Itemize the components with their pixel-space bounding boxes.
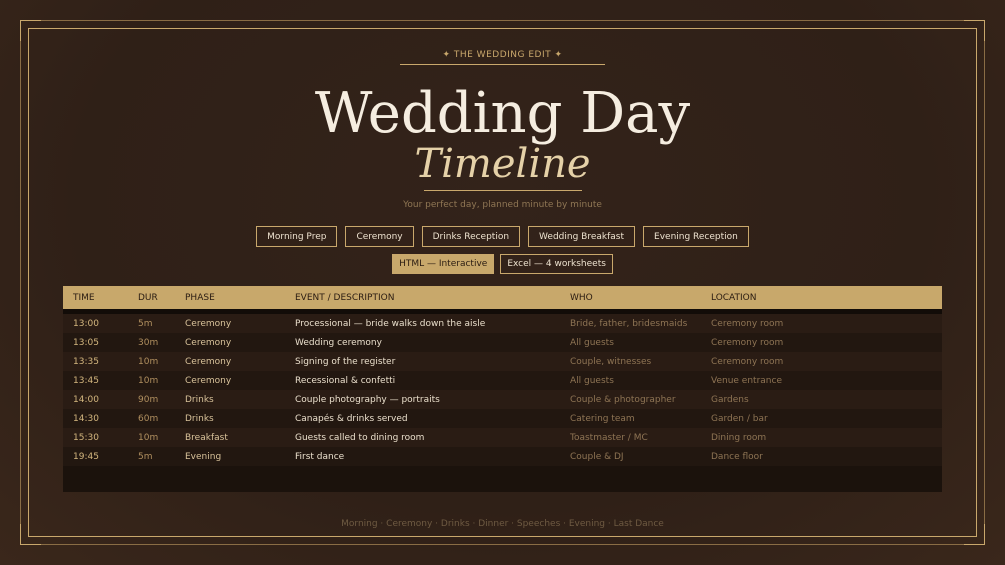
section-nav: Morning Prep Ceremony Drinks Reception W…	[0, 226, 1005, 247]
nav-morning-prep-button[interactable]: Morning Prep	[256, 226, 338, 247]
cell-location: Venue entrance	[711, 375, 782, 386]
table-row[interactable]: 13:35 10m Ceremony Signing of the regist…	[63, 352, 942, 371]
cell-event: Guests called to dining room	[295, 432, 425, 443]
page: ✦ THE WEDDING EDIT ✦ Wedding Day Timelin…	[0, 0, 1005, 565]
cell-event: Canapés & drinks served	[295, 413, 408, 424]
cell-phase: Drinks	[185, 413, 214, 424]
corner-ornament-top-right	[964, 20, 985, 41]
cell-who: Bride, father, bridesmaids	[570, 318, 688, 329]
cell-location: Dance floor	[711, 451, 763, 462]
cell-duration: 5m	[138, 318, 153, 329]
cell-location: Garden / bar	[711, 413, 768, 424]
corner-ornament-top-left	[20, 20, 41, 41]
cell-location: Ceremony room	[711, 318, 784, 329]
cell-location: Gardens	[711, 394, 749, 405]
cell-time: 14:00	[73, 394, 99, 405]
cell-time: 15:30	[73, 432, 99, 443]
cell-time: 13:45	[73, 375, 99, 386]
header-time[interactable]: TIME	[63, 293, 138, 303]
cell-duration: 60m	[138, 413, 159, 424]
cell-phase: Ceremony	[185, 337, 232, 348]
eyebrow-label: ✦ THE WEDDING EDIT ✦	[400, 50, 605, 65]
cell-duration: 10m	[138, 375, 159, 386]
cell-event: Signing of the register	[295, 356, 396, 367]
nav-ceremony-button[interactable]: Ceremony	[345, 226, 414, 247]
table-row[interactable]: 14:00 90m Drinks Couple photography — po…	[63, 390, 942, 409]
cell-location: Ceremony room	[711, 356, 784, 367]
cell-phase: Breakfast	[185, 432, 228, 443]
timeline-table: TIME DUR PHASE EVENT / DESCRIPTION WHO L…	[63, 286, 942, 492]
cell-duration: 10m	[138, 356, 159, 367]
footer-sections: Morning · Ceremony · Drinks · Dinner · S…	[341, 519, 664, 529]
header-location[interactable]: LOCATION	[711, 293, 871, 303]
cell-event: Recessional & confetti	[295, 375, 396, 386]
table-row[interactable]: 13:45 10m Ceremony Recessional & confett…	[63, 371, 942, 390]
nav-wedding-breakfast-button[interactable]: Wedding Breakfast	[528, 226, 636, 247]
cell-duration: 5m	[138, 451, 153, 462]
cell-time: 14:30	[73, 413, 99, 424]
table-row[interactable]: 19:45 5m Evening First dance Couple & DJ…	[63, 447, 942, 466]
nav-evening-reception-button[interactable]: Evening Reception	[643, 226, 749, 247]
cell-phase: Ceremony	[185, 356, 232, 367]
page-subtitle: Timeline	[414, 141, 591, 187]
cell-event: First dance	[295, 451, 345, 462]
cell-who: Toastmaster / MC	[570, 432, 648, 443]
table-row[interactable]: 14:30 60m Drinks Canapés & drinks served…	[63, 409, 942, 428]
table-row[interactable]: 15:30 10m Breakfast Guests called to din…	[63, 428, 942, 447]
cell-who: Couple, witnesses	[570, 356, 652, 367]
tagline: Your perfect day, planned minute by minu…	[403, 200, 602, 210]
cell-duration: 90m	[138, 394, 159, 405]
cell-duration: 10m	[138, 432, 159, 443]
header-phase[interactable]: PHASE	[185, 293, 295, 303]
cell-phase: Ceremony	[185, 375, 232, 386]
cell-time: 13:05	[73, 337, 99, 348]
cell-event: Couple photography — portraits	[295, 394, 440, 405]
mode-excel-button[interactable]: Excel — 4 worksheets	[500, 254, 613, 274]
header-who[interactable]: WHO	[570, 293, 711, 303]
cell-event: Wedding ceremony	[295, 337, 382, 348]
table-header: TIME DUR PHASE EVENT / DESCRIPTION WHO L…	[63, 286, 942, 309]
nav-drinks-reception-button[interactable]: Drinks Reception	[421, 226, 521, 247]
format-toggle: HTML — Interactive Excel — 4 worksheets	[0, 254, 1005, 274]
cell-who: Couple & DJ	[570, 451, 624, 462]
cell-time: 19:45	[73, 451, 99, 462]
page-title: Wedding Day	[314, 81, 691, 146]
cell-who: Couple & photographer	[570, 394, 676, 405]
cell-phase: Evening	[185, 451, 222, 462]
table-row[interactable]: 13:00 5m Ceremony Processional — bride w…	[63, 314, 942, 333]
cell-time: 13:00	[73, 318, 99, 329]
cell-location: Ceremony room	[711, 337, 784, 348]
cell-who: All guests	[570, 375, 614, 386]
cell-who: Catering team	[570, 413, 635, 424]
cell-phase: Drinks	[185, 394, 214, 405]
cell-duration: 30m	[138, 337, 159, 348]
header-event[interactable]: EVENT / DESCRIPTION	[295, 293, 570, 303]
cell-event: Processional — bride walks down the aisl…	[295, 318, 486, 329]
table-body: 13:00 5m Ceremony Processional — bride w…	[63, 314, 942, 466]
cell-time: 13:35	[73, 356, 99, 367]
cell-location: Dining room	[711, 432, 767, 443]
title-divider	[424, 190, 582, 191]
header-duration[interactable]: DUR	[138, 293, 185, 303]
mode-html-button[interactable]: HTML — Interactive	[392, 254, 495, 274]
cell-phase: Ceremony	[185, 318, 232, 329]
cell-who: All guests	[570, 337, 614, 348]
table-row[interactable]: 13:05 30m Ceremony Wedding ceremony All …	[63, 333, 942, 352]
